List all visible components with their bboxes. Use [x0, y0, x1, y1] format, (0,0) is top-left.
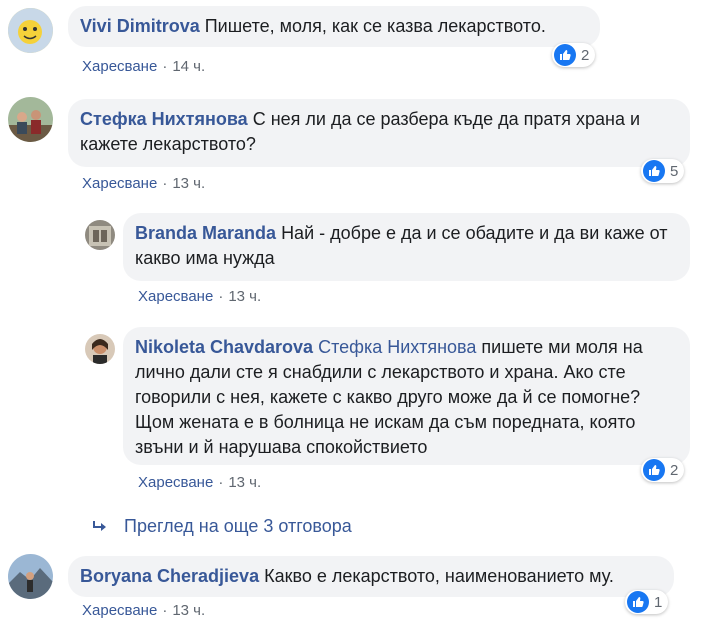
avatar[interactable] — [8, 554, 53, 599]
reply-author[interactable]: Branda Maranda — [135, 223, 276, 243]
timestamp[interactable]: 14 ч. — [172, 58, 205, 75]
thumbs-up-icon — [643, 160, 665, 182]
timestamp[interactable]: 13 ч. — [172, 602, 205, 619]
reply-bubble: Branda Maranda Най - добре е да и се оба… — [123, 213, 690, 281]
timestamp[interactable]: 13 ч. — [172, 175, 205, 192]
thumbs-up-icon — [643, 459, 665, 481]
reply-arrow-icon — [93, 520, 106, 531]
reply-actions: Харесване · 13 ч. — [138, 288, 262, 305]
comment-bubble: Boryana Cheradjieva Какво е лекарството,… — [68, 556, 674, 597]
view-more-replies-link[interactable]: Преглед на още 3 отговора — [92, 516, 352, 537]
reaction-badge[interactable]: 2 — [641, 458, 685, 482]
reply-actions: Харесване · 13 ч. — [138, 474, 262, 491]
timestamp[interactable]: 13 ч. — [228, 288, 261, 305]
like-link[interactable]: Харесване — [138, 288, 213, 305]
reaction-count: 5 — [670, 162, 679, 180]
comment-bubble: Стефка Нихтянова С нея ли да се разбера … — [68, 99, 690, 167]
thumbs-up-icon — [627, 591, 649, 613]
reply-bubble: Nikoleta Chavdarova Стефка Нихтянова пиш… — [123, 327, 690, 465]
comment-actions: Харесване · 13 ч. — [82, 175, 206, 192]
comment-bubble: Vivi Dimitrova Пишете, моля, как се казв… — [68, 6, 600, 47]
avatar[interactable] — [85, 220, 115, 250]
reaction-count: 2 — [670, 461, 679, 479]
reaction-badge[interactable]: 1 — [625, 590, 669, 614]
avatar[interactable] — [8, 97, 53, 142]
comment-text: Какво е лекарството, наименованието му. — [264, 566, 614, 586]
avatar[interactable] — [8, 8, 53, 53]
reaction-count: 1 — [654, 593, 663, 611]
view-more-replies-label: Преглед на още 3 отговора — [124, 516, 352, 536]
like-link[interactable]: Харесване — [138, 474, 213, 491]
thumbs-up-icon — [554, 44, 576, 66]
reply-author[interactable]: Nikoleta Chavdarova — [135, 337, 313, 357]
mention-link[interactable]: Стефка Нихтянова — [318, 337, 476, 357]
comment-actions: Харесване · 13 ч. — [82, 602, 206, 619]
like-link[interactable]: Харесване — [82, 58, 157, 75]
comment-actions: Харесване · 14 ч. — [82, 58, 206, 75]
comment-text: Пишете, моля, как се казва лекарството. — [204, 16, 546, 36]
comment-author[interactable]: Boryana Cheradjieva — [80, 566, 259, 586]
avatar[interactable] — [85, 334, 115, 364]
reaction-badge[interactable]: 5 — [641, 159, 685, 183]
reaction-badge[interactable]: 2 — [552, 43, 596, 67]
reaction-count: 2 — [581, 46, 590, 64]
timestamp[interactable]: 13 ч. — [228, 474, 261, 491]
comment-author[interactable]: Стефка Нихтянова — [80, 109, 248, 129]
like-link[interactable]: Харесване — [82, 175, 157, 192]
comment-author[interactable]: Vivi Dimitrova — [80, 16, 200, 36]
like-link[interactable]: Харесване — [82, 602, 157, 619]
